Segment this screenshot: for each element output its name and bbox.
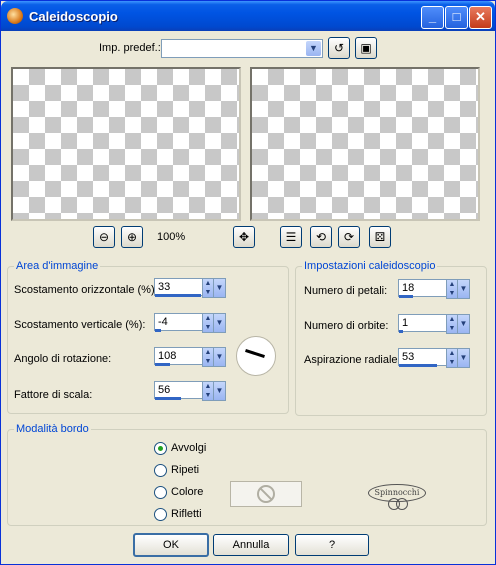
chevron-down-icon[interactable]: ▼ <box>213 313 226 333</box>
dice-icon[interactable]: ⚄ <box>369 226 391 248</box>
presets-value <box>162 42 165 54</box>
petals-bar <box>399 295 413 298</box>
orbits-spinner[interactable]: 1 ▲ ▼ ▼ <box>398 314 470 336</box>
title-bar[interactable]: Caleidoscopio _ □ ✕ <box>1 1 495 31</box>
reset-icon[interactable]: ⟳ <box>338 226 360 248</box>
ok-button[interactable]: OK <box>133 533 209 557</box>
zoom-level: 100% <box>157 231 186 243</box>
kaleidoscope-settings-group: Impostazioni caleidoscopio Numero di pet… <box>295 260 487 416</box>
chevron-down-icon[interactable]: ▼ <box>457 279 470 299</box>
image-area-group: Area d'immagine Scostamento orizzontale … <box>7 260 289 414</box>
radio-label: Avvolgi <box>171 442 207 454</box>
orbits-bar <box>399 330 403 333</box>
vertical-offset-value[interactable]: -4 <box>154 313 205 331</box>
chevron-down-icon[interactable]: ▼ <box>213 381 226 401</box>
maximize-button[interactable]: □ <box>445 6 468 29</box>
radio-circle[interactable] <box>154 464 167 477</box>
vertical-offset-spinner[interactable]: -4 ▲ ▼ ▼ <box>154 313 226 335</box>
rotation-angle-spinner[interactable]: 108 ▲ ▼ ▼ <box>154 347 226 369</box>
dialog-body: Imp. predef.: ▼ ↺ ▣ ⊖ ⊕ 100% ✥ ☰ ⟲ ⟳ ⚄ A… <box>5 31 491 560</box>
radial-suction-label: Aspirazione radiale: <box>304 354 401 366</box>
radial-suction-bar <box>399 364 437 367</box>
scale-factor-bar <box>155 397 181 400</box>
orbits-label: Numero di orbite: <box>304 320 389 332</box>
petals-label: Numero di petali: <box>304 285 388 297</box>
horizontal-offset-bar <box>155 294 201 297</box>
chevron-down-icon[interactable]: ▼ <box>213 278 226 298</box>
help-button[interactable]: ? <box>295 534 369 556</box>
zoom-out-icon[interactable]: ⊖ <box>93 226 115 248</box>
save-preset-icon[interactable]: ▣ <box>355 37 377 59</box>
orbits-value[interactable]: 1 <box>398 314 449 332</box>
reset-preset-icon[interactable]: ↺ <box>328 37 350 59</box>
scale-factor-spinner[interactable]: 56 ▲ ▼ ▼ <box>154 381 226 403</box>
presets-dropdown[interactable]: ▼ <box>161 39 323 58</box>
horizontal-offset-spinner[interactable]: 33 ▲ ▼ ▼ <box>154 278 226 300</box>
edge-mode-group: Modalità bordo Avvolgi Ripeti Colore Rif… <box>7 423 487 526</box>
color-swatch-disabled <box>230 481 302 507</box>
no-color-icon <box>257 485 275 503</box>
radial-suction-spinner[interactable]: 53 ▲ ▼ ▼ <box>398 348 470 370</box>
edge-mode-title: Modalità bordo <box>14 423 91 435</box>
pan-icon[interactable]: ✥ <box>233 226 255 248</box>
radio-label: Colore <box>171 486 204 498</box>
chevron-down-icon[interactable]: ▼ <box>457 314 470 334</box>
rotation-angle-bar <box>155 363 170 366</box>
cancel-button[interactable]: Annulla <box>213 534 289 556</box>
kaleidoscope-settings-title: Impostazioni caleidoscopio <box>302 260 438 272</box>
app-icon <box>7 8 23 24</box>
radio-circle[interactable] <box>154 442 167 455</box>
horizontal-offset-label: Scostamento orizzontale (%): <box>14 284 158 296</box>
minimize-button[interactable]: _ <box>421 6 444 29</box>
chevron-down-icon[interactable]: ▼ <box>457 348 470 368</box>
vertical-offset-bar <box>155 329 161 332</box>
dialog-window: Caleidoscopio _ □ ✕ Imp. predef.: ▼ ↺ ▣ … <box>0 0 496 565</box>
close-button[interactable]: ✕ <box>469 6 492 29</box>
vertical-offset-label: Scostamento verticale (%): <box>14 319 146 331</box>
radio-label: Rifletti <box>171 508 202 520</box>
signature-logo: Spinnocchi <box>368 484 426 510</box>
dial-needle-icon <box>245 348 265 359</box>
rotation-angle-label: Angolo di rotazione: <box>14 353 112 365</box>
scale-factor-label: Fattore di scala: <box>14 389 93 401</box>
radio-selected-dot <box>158 446 163 451</box>
petals-spinner[interactable]: 18 ▲ ▼ ▼ <box>398 279 470 301</box>
image-area-title: Area d'immagine <box>14 260 101 272</box>
presets-label: Imp. predef.: <box>99 42 161 54</box>
source-preview[interactable] <box>11 67 241 221</box>
randomize-icon[interactable]: ⟲ <box>310 226 332 248</box>
chevron-down-icon[interactable]: ▼ <box>306 41 321 56</box>
radio-circle[interactable] <box>154 508 167 521</box>
rotation-dial[interactable] <box>236 336 276 376</box>
window-title: Caleidoscopio <box>29 9 118 24</box>
chevron-down-icon[interactable]: ▼ <box>213 347 226 367</box>
zoom-in-icon[interactable]: ⊕ <box>121 226 143 248</box>
proof-toggle-icon[interactable]: ☰ <box>280 226 302 248</box>
radio-circle[interactable] <box>154 486 167 499</box>
result-preview <box>250 67 480 221</box>
radio-label: Ripeti <box>171 464 200 476</box>
